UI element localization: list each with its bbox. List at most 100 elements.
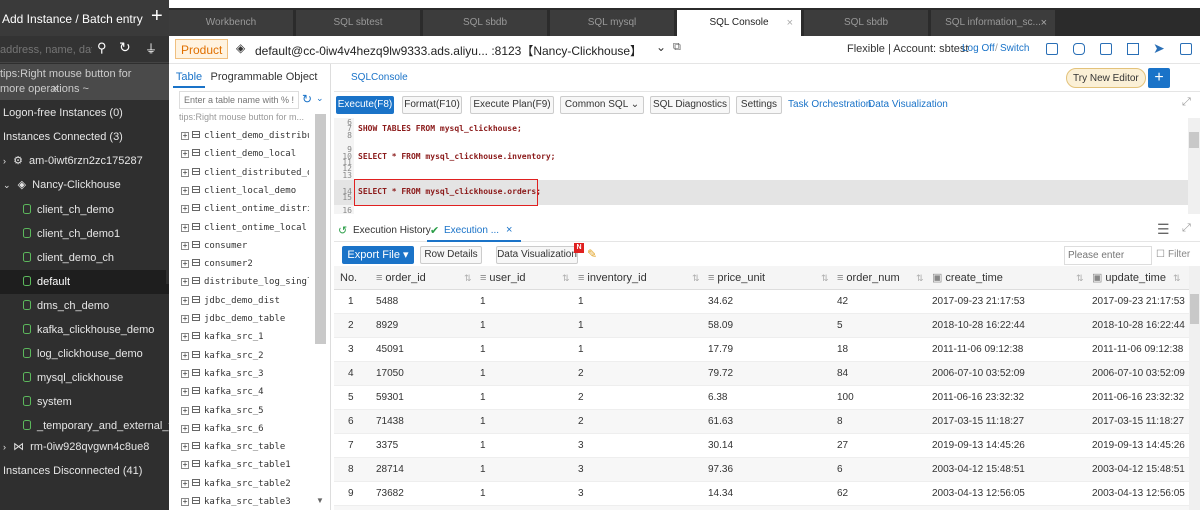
database-item[interactable]: kafka_clickhouse_demo (0, 318, 169, 342)
grid-scrollbar[interactable] (1189, 266, 1200, 510)
editor-scrollbar[interactable] (1188, 118, 1200, 214)
filter-input[interactable] (1064, 246, 1152, 265)
table-search-input[interactable] (179, 91, 299, 109)
table-item[interactable]: + consumer2 (181, 255, 309, 273)
magic-icon[interactable]: ✎ (587, 247, 597, 261)
expand-icon[interactable]: ⤢ (1182, 96, 1191, 109)
table-item[interactable]: + client_demo_local (181, 145, 309, 163)
close-tab-icon[interactable]: × (506, 224, 512, 236)
sort-icon[interactable]: ⇅ (916, 266, 924, 290)
table-row[interactable]: 10 87498 1 3 75.65 59 2012-05-09 17:15:19 2012-… (334, 506, 1189, 510)
scrollbar[interactable] (315, 114, 326, 344)
table-item[interactable]: + client_ontime_local (181, 219, 309, 237)
copy-icon[interactable]: ⧉ (673, 41, 681, 54)
chevron-down-icon[interactable]: ⌄ (656, 40, 666, 54)
add-instance-link[interactable]: Add Instance / Batch entry (2, 12, 143, 26)
add-icon[interactable]: + (1148, 68, 1170, 88)
close-icon[interactable]: × (52, 82, 58, 97)
table-item[interactable]: + kafka_src_table2 (181, 475, 309, 493)
expand-icon[interactable]: + (181, 278, 189, 287)
table-item[interactable]: + kafka_src_2 (181, 347, 309, 365)
expand-icon[interactable]: + (181, 150, 189, 159)
expand-icon[interactable]: + (181, 205, 189, 214)
edit-icon[interactable] (1127, 43, 1139, 55)
expand-icon[interactable]: + (181, 315, 189, 323)
execute-plan-button[interactable]: Execute Plan(F9) (470, 96, 554, 114)
code-editor[interactable]: 6 7 SHOW TABLES FROM mysql_clickhouse; 8 9 10… (334, 118, 1188, 214)
search-icon[interactable]: ⚲ (97, 40, 107, 56)
filter-icon[interactable]: ⏚ (145, 40, 157, 57)
sql-diagnostics-button[interactable]: SQL Diagnostics (650, 96, 730, 114)
tab-workbench[interactable]: Workbench (169, 10, 293, 36)
connection-label[interactable]: default@cc-0iw4v4hezq9lw9333.ads.aliyu..… (255, 42, 642, 59)
instance-item[interactable]: › ⚙ am-0iwt6rzn2zc175287 (0, 149, 169, 173)
table-row[interactable]: 8 28714 1 3 97.36 6 2003-04-12 15:48:51 2003-04… (334, 458, 1189, 482)
tab-table[interactable]: Table (173, 66, 205, 88)
table-item[interactable]: + kafka_src_6 (181, 420, 309, 438)
table-item[interactable]: + client_demo_distributed (181, 127, 309, 145)
tab-execution[interactable]: Execution ... (444, 225, 499, 236)
execute-button[interactable]: Execute(F8) (336, 96, 394, 114)
sort-icon[interactable]: ⇅ (692, 266, 700, 290)
table-row[interactable]: 9 73682 1 3 14.34 62 2003-04-13 12:56:05 2003-0… (334, 482, 1189, 506)
column-header[interactable]: ≡ user_id ⇅ (480, 266, 570, 290)
table-row[interactable]: 2 8929 1 1 58.09 5 2018-10-28 16:22:44 2018-10-… (334, 314, 1189, 338)
database-item[interactable]: dms_ch_demo (0, 294, 169, 318)
tab-execution-history[interactable]: Execution History (353, 225, 431, 236)
add-icon[interactable]: + (151, 5, 163, 28)
expand-icon[interactable]: ⤢ (1182, 222, 1191, 235)
expand-icon[interactable]: + (181, 132, 189, 140)
table-item[interactable]: + client_distributed_on... (181, 164, 309, 182)
table-item[interactable]: + kafka_src_table (181, 438, 309, 456)
tab-sql-sbdb-2[interactable]: SQL sbdb (804, 10, 928, 36)
common-sql-button[interactable]: Common SQL ⌄ (560, 96, 644, 114)
expand-icon[interactable]: + (181, 406, 189, 415)
table-row[interactable]: 6 71438 1 2 61.63 8 2017-03-15 11:18:27 2017-03… (334, 410, 1189, 434)
expand-icon[interactable]: + (181, 498, 189, 506)
database-item[interactable]: mysql_clickhouse (0, 366, 169, 390)
expand-icon[interactable]: + (181, 223, 189, 232)
connected-group[interactable]: Instances Connected (3) (0, 125, 169, 149)
table-item[interactable]: + kafka_src_3 (181, 365, 309, 383)
sort-icon[interactable]: ⇅ (1076, 266, 1084, 290)
logon-free-group[interactable]: Logon-free Instances (0) (0, 101, 169, 125)
close-tab-icon[interactable]: × (1041, 10, 1047, 36)
tab-sql-information[interactable]: SQL information_sc... × (931, 10, 1055, 36)
expand-icon[interactable]: + (181, 461, 189, 470)
expand-icon[interactable]: + (181, 241, 189, 250)
grid-icon[interactable] (1046, 43, 1058, 55)
sort-icon[interactable]: ⇅ (821, 266, 829, 290)
disconnected-group[interactable]: Instances Disconnected (41) (0, 459, 169, 483)
instance-search-input[interactable] (0, 40, 92, 60)
sort-icon[interactable]: ⇅ (1173, 266, 1181, 290)
column-header[interactable]: ▣ create_time ⇅ (932, 266, 1084, 290)
table-item[interactable]: + kafka_src_table1 (181, 456, 309, 474)
instance-item[interactable]: ⌄ ◈ Nancy-Clickhouse (0, 173, 169, 197)
filter-checkbox[interactable]: ☐ (1156, 249, 1165, 260)
data-visualization-button[interactable]: Data Visualization (496, 246, 578, 264)
table-item[interactable]: + jdbc_demo_dist (181, 292, 309, 310)
database-item[interactable]: client_demo_ch (0, 246, 169, 270)
table-item[interactable]: + kafka_src_5 (181, 402, 309, 420)
column-header[interactable]: ≡ order_id ⇅ (376, 266, 472, 290)
tab-sqlconsole[interactable]: SQLConsole (351, 72, 408, 83)
table-row[interactable]: 5 59301 1 2 6.38 100 2011-06-16 23:32:32 2011-0… (334, 386, 1189, 410)
expand-icon[interactable]: + (181, 424, 189, 433)
switch-link[interactable]: Switch (1000, 43, 1029, 54)
table-item[interactable]: + kafka_src_4 (181, 383, 309, 401)
format-button[interactable]: Format(F10) (402, 96, 462, 114)
expand-icon[interactable]: + (181, 260, 189, 269)
tab-sql-sbdb[interactable]: SQL sbdb (423, 10, 547, 36)
instance-item[interactable]: › ⋈ rm-0iw928qvgwn4c8ue8 (0, 435, 169, 459)
expand-icon[interactable]: + (181, 296, 189, 305)
settings-icon[interactable] (1180, 43, 1192, 55)
column-header[interactable]: ≡ price_unit ⇅ (708, 266, 829, 290)
tab-programmable-object[interactable]: Programmable Object (209, 66, 319, 88)
database-item[interactable]: log_clickhouse_demo (0, 342, 169, 366)
column-header[interactable]: ≡ inventory_id ⇅ (578, 266, 700, 290)
table-item[interactable]: + jdbc_demo_table (181, 310, 309, 328)
table-item[interactable]: + distribute_log_single... (181, 273, 309, 291)
menu-icon[interactable]: ☰ (1157, 221, 1170, 238)
export-file-button[interactable]: Export File ▾ (342, 246, 414, 264)
settings-button[interactable]: Settings (736, 96, 782, 114)
